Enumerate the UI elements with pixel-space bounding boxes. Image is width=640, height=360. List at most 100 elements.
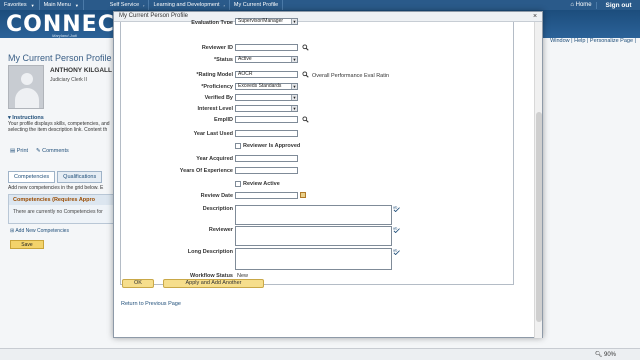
menu-favorites-label: Favorites: [4, 2, 27, 8]
lookup-icon[interactable]: [302, 116, 309, 123]
dropdown-arrow-icon: ▼: [291, 95, 297, 100]
lookup-icon[interactable]: [302, 44, 309, 51]
dropdown-arrow-icon: ▼: [291, 19, 297, 24]
reviewer-label: Reviewer: [208, 227, 233, 233]
competencies-section: Competencies (Requires Appro There are c…: [8, 194, 114, 224]
dropdown-arrow-icon: ▼: [291, 84, 297, 89]
avatar-head: [21, 73, 33, 85]
section-text: There are currently no Competencies for: [13, 209, 103, 215]
zoom-level[interactable]: 🔍︎ 90%: [595, 351, 616, 358]
tab-competencies[interactable]: Competencies: [8, 171, 56, 183]
chevron-down-icon: ▼: [30, 2, 35, 8]
year-last-used-input[interactable]: [235, 130, 298, 137]
page-links[interactable]: Window | Help | Personalize Page |: [550, 38, 636, 44]
modal-title: My Current Person Profile: [119, 13, 189, 19]
menu-my-current-profile[interactable]: My Current Profile: [230, 0, 284, 10]
evaluation-type-select[interactable]: Supervisor/Manager ▼: [235, 18, 298, 25]
review-date-label: Review Date: [200, 193, 233, 199]
avatar: [8, 65, 44, 109]
evaluation-type-value: Supervisor/Manager: [238, 18, 284, 24]
interest-level-label: Interest Level: [197, 106, 233, 112]
comments-label: Comments: [42, 148, 69, 154]
proficiency-value: Exceeds Standards: [238, 83, 282, 89]
chevron-right-icon: ›: [143, 2, 145, 8]
menu-main-menu-label: Main Menu: [43, 2, 71, 8]
avatar-body: [15, 88, 39, 108]
printer-icon: ▤: [10, 148, 16, 154]
modal-dialog: My Current Person Profile × Evaluation T…: [113, 11, 543, 338]
apply-and-add-another-button[interactable]: Apply and Add Another: [163, 279, 264, 288]
modal-scrollbar[interactable]: [534, 22, 542, 338]
proficiency-label: *Proficiency: [201, 84, 233, 90]
section-heading[interactable]: Competencies (Requires Appro: [9, 195, 113, 205]
chevron-right-icon: ›: [223, 2, 225, 8]
home-icon: ⌂: [570, 2, 574, 8]
scrollbar-thumb[interactable]: [536, 112, 542, 322]
reviewer-is-approved-checkbox[interactable]: [235, 143, 241, 149]
help-text: Add new competencies in the grid below. …: [8, 185, 104, 191]
svg-text:ab: ab: [393, 249, 398, 253]
reviewer-textarea[interactable]: [235, 226, 392, 246]
review-active-label: Review Active: [243, 181, 280, 187]
ok-button[interactable]: OK: [122, 279, 154, 288]
zoom-value: 90%: [603, 352, 616, 358]
menu-main-menu[interactable]: Main Menu ▼: [40, 0, 84, 10]
verified-by-select[interactable]: ▼: [235, 94, 298, 101]
page-title: My Current Person Profile: [8, 53, 112, 63]
comments-link[interactable]: ✎ Comments: [36, 148, 69, 154]
home-link[interactable]: ⌂ Home: [566, 2, 596, 8]
reviewer-id-input[interactable]: [235, 44, 298, 51]
lookup-icon[interactable]: [302, 71, 309, 78]
comment-icon: ✎: [36, 148, 41, 154]
top-navigation-bar: Favorites ▼ Main Menu ▼ Self Service › Lear…: [0, 0, 640, 10]
top-nav-right: ⌂ Home Sign out: [566, 0, 640, 10]
status-bar: 🔍︎ 90%: [0, 348, 640, 360]
menu-self-service-label: Self Service: [109, 2, 140, 8]
reviewer-id-label: Reviewer ID: [201, 45, 233, 51]
spellcheck-icon[interactable]: ab: [393, 226, 400, 233]
status-label: *Status: [214, 57, 233, 63]
description-textarea[interactable]: [235, 205, 392, 225]
svg-text:ab: ab: [393, 206, 398, 210]
save-button[interactable]: Save: [10, 240, 44, 249]
proficiency-select[interactable]: Exceeds Standards ▼: [235, 83, 298, 90]
emplid-input[interactable]: [235, 116, 298, 123]
menu-learning-development[interactable]: Learning and Development ›: [149, 0, 230, 10]
review-active-checkbox[interactable]: [235, 181, 241, 187]
add-competencies-link[interactable]: ⊞ Add New Competencies: [10, 228, 69, 234]
rating-model-input[interactable]: AOCR: [235, 71, 298, 78]
interest-level-select[interactable]: ▼: [235, 105, 298, 112]
svg-text:ab: ab: [393, 227, 398, 231]
emplid-label: EmplID: [214, 117, 233, 123]
signout-link[interactable]: Sign out: [596, 1, 640, 9]
dropdown-arrow-icon: ▼: [291, 57, 297, 62]
rating-model-description: Overall Performance Eval Ratin: [312, 73, 390, 79]
status-value: Active: [238, 56, 252, 62]
year-acquired-label: Year Acquired: [196, 156, 233, 162]
print-link[interactable]: ▤ Print: [10, 148, 28, 154]
person-name: ANTHONY KILGALL: [50, 67, 112, 74]
long-description-label: Long Description: [187, 249, 233, 255]
year-last-used-label: Year Last Used: [193, 131, 233, 137]
review-date-input[interactable]: [235, 192, 298, 199]
close-icon[interactable]: ×: [531, 13, 539, 21]
menu-self-service[interactable]: Self Service ›: [106, 0, 150, 10]
spellcheck-icon[interactable]: ab: [393, 248, 400, 255]
spellcheck-icon[interactable]: ab: [393, 205, 400, 212]
years-of-experience-input[interactable]: [235, 167, 298, 174]
home-label: Home: [575, 2, 592, 8]
tab-qualifications[interactable]: Qualifications: [57, 171, 103, 183]
year-acquired-input[interactable]: [235, 155, 298, 162]
form-area: Evaluation Type Supervisor/Manager ▼ Revi…: [120, 18, 514, 285]
rating-model-label: *Rating Model: [196, 72, 233, 78]
chevron-down-icon: ▼: [74, 2, 79, 8]
menu-favorites[interactable]: Favorites ▼: [0, 0, 40, 10]
calendar-icon[interactable]: [300, 192, 306, 198]
long-description-textarea[interactable]: [235, 248, 392, 270]
return-to-previous-page-link[interactable]: Return to Previous Page: [121, 301, 181, 307]
zoom-icon: 🔍︎: [594, 352, 603, 358]
add-icon: ⊞: [10, 228, 15, 234]
status-select[interactable]: Active ▼: [235, 56, 298, 63]
menu-learning-development-label: Learning and Development: [153, 2, 220, 8]
menu-my-current-profile-label: My Current Profile: [233, 2, 279, 8]
